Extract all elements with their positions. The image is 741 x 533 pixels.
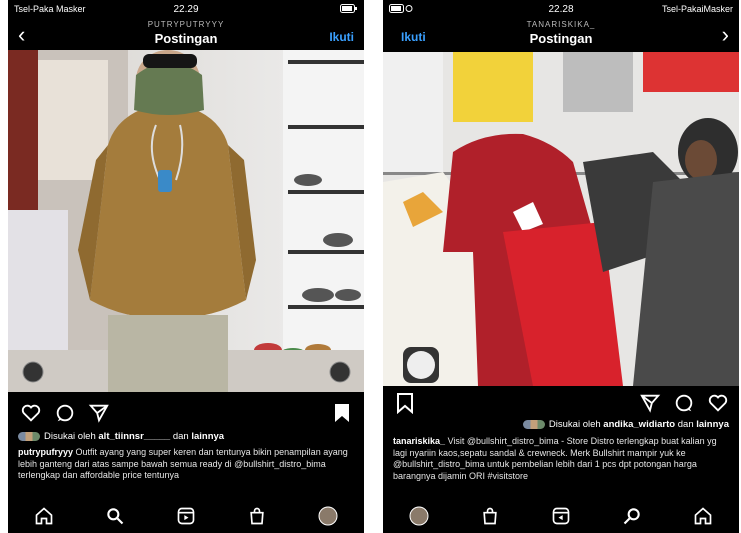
share-icon[interactable]: [639, 392, 661, 414]
right-phone-screenshot: 22.28 Tsel-PakaiMasker Ikuti TANARISKIKA…: [383, 0, 739, 533]
shop-icon[interactable]: [244, 503, 270, 529]
search-icon[interactable]: [619, 503, 645, 529]
header-username: PUTRYPUTRYYY: [147, 20, 225, 29]
reels-icon[interactable]: [173, 503, 199, 529]
bottom-nav: [8, 499, 364, 533]
home-icon[interactable]: [690, 503, 716, 529]
likes-others[interactable]: lainnya: [696, 419, 729, 430]
header-username: TANARISKIKA_: [526, 20, 596, 29]
follow-button[interactable]: Ikuti: [329, 30, 354, 44]
profile-avatar[interactable]: [315, 503, 341, 529]
bookmark-icon[interactable]: [395, 392, 417, 415]
post-photo[interactable]: [383, 52, 739, 386]
liker-avatars: [522, 419, 545, 429]
post-caption: tanariskika_ Visit @bullshirt_distro_bim…: [383, 436, 739, 482]
heart-icon[interactable]: [707, 392, 729, 414]
action-bar: [383, 392, 739, 416]
page-title: Postingan: [529, 31, 593, 46]
likes-prefix: Disukai oleh: [548, 419, 601, 430]
profile-avatar[interactable]: [406, 503, 432, 529]
liker-username[interactable]: alt_tiinnsr_____: [98, 431, 170, 442]
page-title: Postingan: [154, 31, 218, 46]
likes-prefix: Disukai oleh: [44, 431, 96, 442]
share-icon[interactable]: [88, 402, 110, 424]
bottom-nav: [383, 499, 739, 533]
search-icon[interactable]: [102, 503, 128, 529]
likes-mid: dan: [172, 431, 189, 442]
post-photo[interactable]: [8, 50, 364, 392]
bookmark-icon[interactable]: [332, 402, 354, 424]
heart-icon[interactable]: [20, 402, 42, 424]
liker-avatars: [18, 431, 40, 441]
comment-icon[interactable]: [54, 402, 76, 424]
caption-author[interactable]: putrypufryyy: [18, 447, 73, 457]
liker-username[interactable]: andika_widiarto: [603, 419, 675, 430]
post-header: ‹ PUTRYPUTRYYY Postingan Ikuti: [8, 14, 364, 50]
likes-others[interactable]: lainnya: [191, 431, 224, 442]
left-phone-screenshot: Tsel-Paka Masker 22.29 ‹ PUTRYPUTRYYY Po…: [8, 0, 364, 533]
carrier-label: Tsel-PakaiMasker: [661, 4, 733, 14]
likes-mid: dan: [677, 419, 694, 430]
action-bar: [8, 402, 364, 426]
likes-line: Disukai oleh alt_tiinnsr_____ dan lainny…: [8, 431, 364, 442]
home-icon[interactable]: [31, 503, 57, 529]
shop-icon[interactable]: [477, 503, 503, 529]
comment-icon[interactable]: [673, 392, 695, 414]
likes-line: Disukai oleh andika_widiarto dan lainnya: [383, 419, 739, 430]
back-chevron-icon[interactable]: ›: [722, 24, 729, 46]
caption-author[interactable]: tanariskika_: [393, 436, 445, 446]
post-header: Ikuti TANARISKIKA_ Postingan ›: [383, 14, 739, 50]
post-caption: putrypufryyy Outfit ayang yang super ker…: [8, 447, 364, 482]
reels-icon[interactable]: [548, 503, 574, 529]
